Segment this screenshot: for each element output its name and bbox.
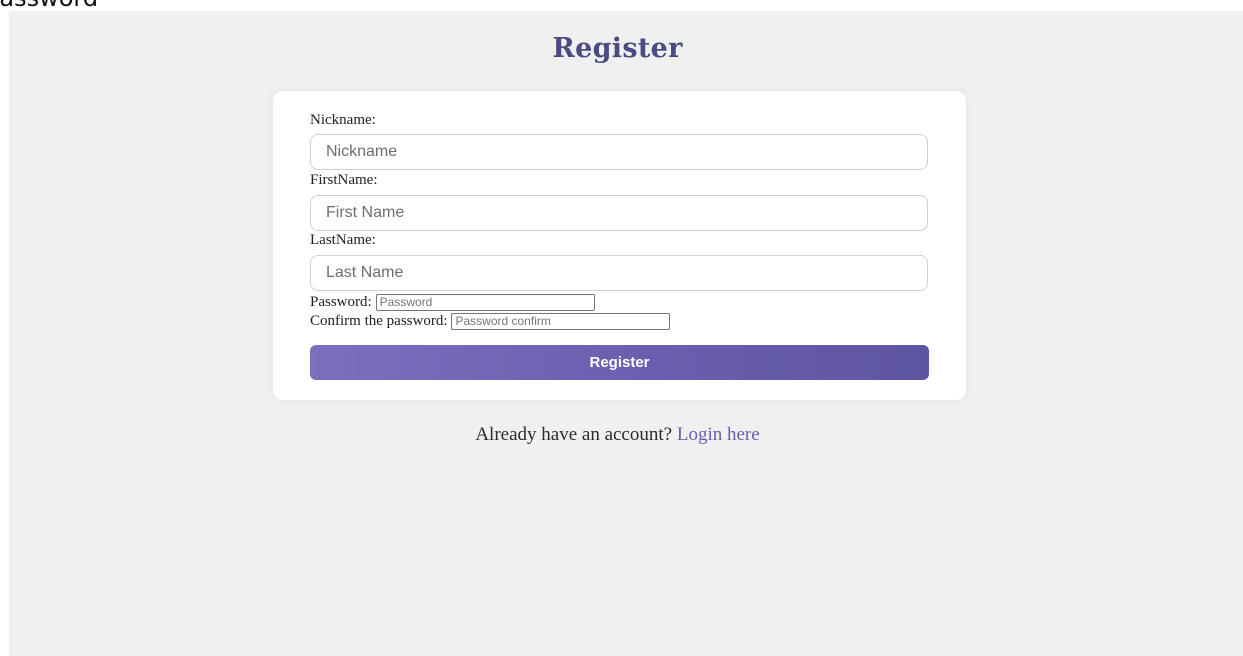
password-input[interactable] [375, 293, 595, 311]
register-card: Nickname: FirstName: LastName: Password:… [273, 91, 966, 400]
password-confirm-label: Confirm the password: [310, 312, 448, 329]
nickname-input[interactable] [310, 134, 928, 170]
lastname-input[interactable] [310, 255, 928, 291]
page-title: Register [552, 33, 683, 64]
register-button[interactable]: Register [310, 345, 929, 380]
password-row: Password: [310, 293, 595, 311]
firstname-label: FirstName: [310, 172, 378, 188]
password-confirm-row: Confirm the password: [310, 312, 671, 330]
page-background: Register Nickname: FirstName: LastName: … [9, 11, 1243, 656]
login-prompt-text: Already have an account? [475, 424, 673, 445]
nickname-label: Nickname: [310, 112, 376, 128]
login-prompt: Already have an account? Login here [9, 424, 1226, 446]
password-confirm-input[interactable] [451, 312, 671, 330]
firstname-input[interactable] [310, 195, 928, 231]
password-label: Password: [310, 293, 372, 310]
lastname-label: LastName: [310, 232, 376, 248]
login-link[interactable]: Login here [677, 424, 760, 445]
